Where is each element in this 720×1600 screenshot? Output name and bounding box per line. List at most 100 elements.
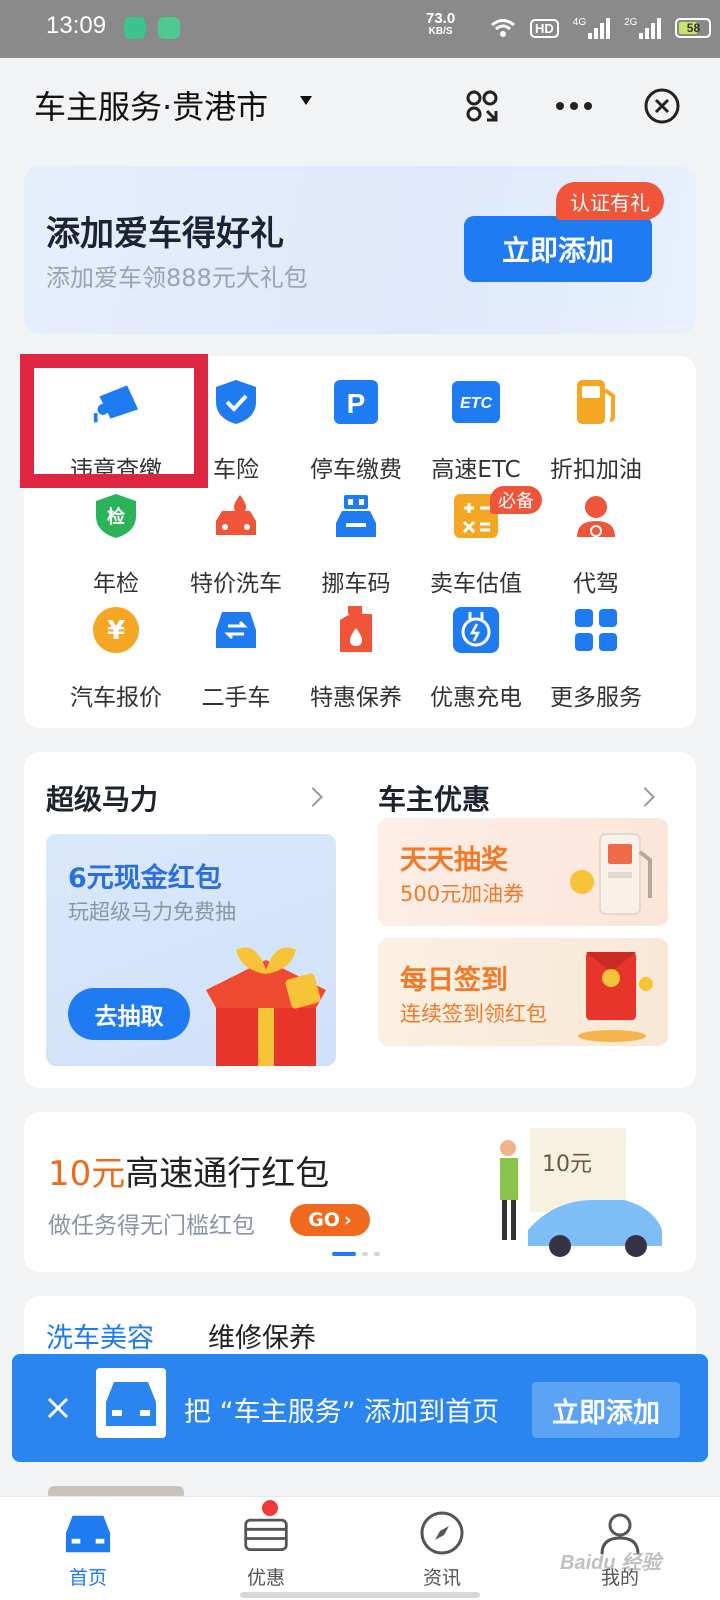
red-envelope-icon: [578, 952, 653, 1042]
service-label: 年检: [93, 571, 139, 597]
scan-icon: [466, 90, 498, 122]
notification-app-icon: [124, 17, 146, 39]
toll-title: 10元高速通行红包: [48, 1154, 330, 1194]
network-speed: 73.0 KB/S: [426, 10, 456, 37]
gift-box-icon: [206, 947, 326, 1066]
certification-gift-badge: 认证有礼: [556, 182, 664, 220]
shield-check-icon: [212, 378, 260, 426]
watermark: Baidu 经验: [560, 1552, 662, 1574]
draw-button[interactable]: 去抽取: [68, 988, 190, 1040]
grid-icon: [572, 606, 620, 654]
notification-app-icon: [158, 17, 180, 39]
signal-2g: 2G: [624, 17, 662, 39]
content-peek: [48, 1486, 184, 1496]
tab-car-wash[interactable]: 洗车美容: [46, 1316, 154, 1355]
service-label: 代驾: [573, 571, 619, 597]
service-label: 挪车码: [321, 571, 391, 597]
home-indicator: [240, 1592, 480, 1598]
service-label: 汽车报价: [70, 685, 162, 711]
owner-deals-heading[interactable]: 车主优惠: [378, 778, 490, 818]
status-bar: 13:09 73.0 KB/S HD 4G 2G 58: [0, 0, 720, 58]
add-to-home-button[interactable]: 立即添加: [532, 1382, 680, 1438]
highlight-box: [20, 354, 208, 488]
go-button[interactable]: GO ›: [290, 1204, 370, 1236]
svg-text:ETC: ETC: [460, 395, 492, 412]
toll-subtitle: 做任务得无门槛红包: [48, 1213, 255, 1239]
svg-text:P: P: [347, 388, 366, 419]
mini-app-header: 车主服务·贵港市: [0, 58, 720, 154]
battery-icon: 58: [675, 18, 712, 38]
nav-label: 资讯: [422, 1567, 461, 1589]
parking-icon: P: [332, 378, 380, 426]
yen-icon: ¥: [92, 606, 140, 654]
banner-title: 添加爱车得好礼: [46, 214, 284, 254]
toll-red-packet-banner[interactable]: 10元高速通行红包 做任务得无门槛红包 GO › 10元: [24, 1112, 696, 1272]
promo-section: 超级马力 车主优惠 6元现金红包 玩超级马力免费抽 去抽取 天天抽奖 500元加…: [24, 752, 696, 1088]
close-icon: [644, 88, 680, 124]
add-car-button[interactable]: 立即添加: [464, 216, 652, 282]
service-label: 更多服务: [550, 685, 642, 711]
used-car-icon: [212, 606, 260, 654]
compass-icon: [418, 1509, 466, 1557]
ticket-amount: 10元: [542, 1152, 592, 1177]
chevron-right-icon[interactable]: [303, 787, 323, 807]
signal-bars-icon: [639, 17, 662, 39]
add-to-home-bar: 把 “车主服务” 添加到首页 立即添加: [12, 1354, 708, 1462]
page-title[interactable]: 车主服务·贵港市: [34, 82, 268, 128]
svg-text:检: 检: [107, 506, 125, 528]
status-icons: HD 4G 2G 58: [490, 14, 712, 42]
more-menu-button[interactable]: [550, 82, 598, 130]
coupon-icon: [242, 1509, 290, 1557]
banner-subtitle: 添加爱车领888元大礼包: [46, 264, 308, 292]
service-label: 优惠充电: [430, 685, 522, 711]
driver-icon: [572, 492, 620, 540]
car-home-icon: [64, 1509, 112, 1557]
carousel-indicator: [332, 1252, 380, 1256]
city-dropdown-icon[interactable]: [300, 96, 312, 105]
service-label: 特惠保养: [310, 685, 402, 711]
car-wash-icon: [212, 492, 260, 540]
nav-home[interactable]: 首页: [28, 1497, 148, 1600]
scan-button[interactable]: [458, 82, 506, 130]
nav-label: 首页: [68, 1567, 107, 1589]
fuel-station-icon: [570, 833, 652, 915]
add-car-banner[interactable]: 添加爱车得好礼 添加爱车领888元大礼包 立即添加 认证有礼: [24, 166, 696, 334]
etc-icon: ETC: [452, 378, 500, 426]
tab-maintenance[interactable]: 维修保养: [208, 1316, 316, 1355]
daily-checkin-card[interactable]: 每日签到 连续签到领红包: [378, 938, 668, 1046]
qr-car-icon: [332, 492, 380, 540]
charging-icon: [452, 606, 500, 654]
svg-text:¥: ¥: [107, 616, 125, 646]
chevron-right-icon[interactable]: [635, 787, 655, 807]
status-time: 13:09: [46, 12, 107, 39]
card-subtitle: 连续签到领红包: [400, 1002, 547, 1026]
service-label: 特价洗车: [190, 571, 282, 597]
service-label: 高速ETC: [431, 457, 521, 483]
service-label: 二手车: [201, 685, 271, 711]
close-button[interactable]: [638, 82, 686, 130]
fuel-pump-icon: [572, 378, 620, 426]
add-to-home-text: 把 “车主服务” 添加到首页: [184, 1397, 500, 1428]
service-label: 停车缴费: [310, 457, 402, 483]
car-reward-illustration: [500, 1128, 662, 1257]
oil-can-icon: [332, 606, 380, 654]
more-dots-icon: [556, 102, 592, 110]
card-subtitle: 500元加油券: [400, 882, 525, 906]
inspection-icon: 检: [92, 492, 140, 540]
signal-bars-icon: [588, 17, 611, 39]
hd-badge: HD: [530, 18, 559, 38]
daily-lottery-card[interactable]: 天天抽奖 500元加油券: [378, 818, 668, 926]
app-car-icon: [96, 1368, 166, 1438]
nav-label: 优惠: [246, 1567, 285, 1589]
service-label: 卖车估值: [430, 571, 522, 597]
signal-4g: 4G: [573, 17, 611, 39]
card-title: 6元现金红包: [68, 863, 222, 894]
super-mario-heading[interactable]: 超级马力: [46, 778, 158, 818]
nav-news[interactable]: 资讯: [382, 1497, 502, 1600]
cash-red-packet-card[interactable]: 6元现金红包 玩超级马力免费抽 去抽取: [46, 834, 336, 1066]
service-label: 折扣加油: [550, 457, 642, 483]
close-icon[interactable]: [38, 1388, 78, 1428]
card-title: 天天抽奖: [400, 845, 508, 876]
wifi-icon: [491, 19, 515, 37]
must-have-badge: 必备: [490, 486, 542, 514]
